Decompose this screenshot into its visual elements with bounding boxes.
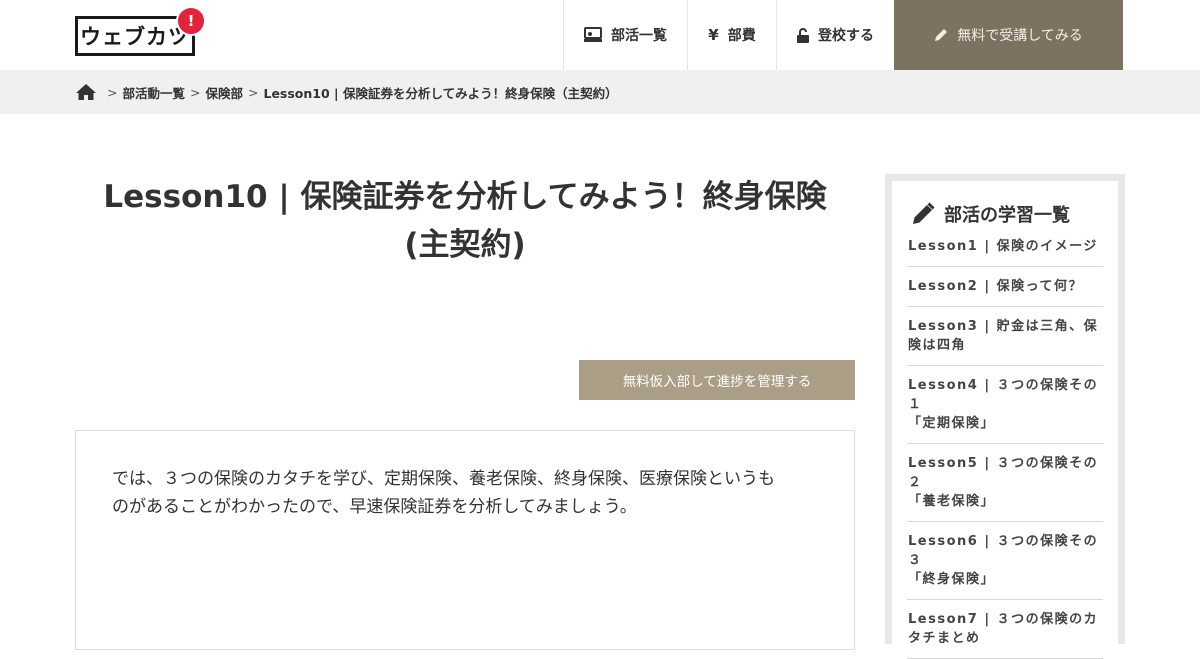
sidebar: 部活の学習一覧 Lesson1 | 保険のイメージ Lesson2 | 保険って…	[885, 174, 1125, 659]
lesson-body-line1: では、３つの保険のカタチを学び、定期保険、養老保険、終身保険、医療保険というも	[112, 469, 775, 489]
logo-fire-badge-icon: !	[176, 6, 206, 36]
lesson-link-1[interactable]: Lesson1 | 保険のイメージ	[907, 231, 1103, 267]
pencil-icon	[934, 28, 948, 42]
sidebar-title: 部活の学習一覧	[911, 201, 1070, 227]
home-icon[interactable]	[75, 83, 97, 101]
page-title: Lesson10 | 保険証券を分析してみよう！終身保険 (主契約)	[75, 173, 855, 269]
laptop-person-icon	[584, 27, 602, 43]
breadcrumb-separator: >	[107, 84, 118, 100]
breadcrumb-item-insurance-club[interactable]: 保険部	[205, 83, 243, 102]
free-trial-label: 無料で受講してみる	[957, 28, 1083, 44]
page-title-line1: Lesson10 | 保険証券を分析してみよう！終身保険	[103, 179, 827, 215]
free-trial-button[interactable]: 無料で受講してみる	[894, 0, 1123, 70]
nav-login[interactable]: 登校する	[776, 0, 894, 70]
lesson-link-4[interactable]: Lesson4 | ３つの保険その１ 「定期保険」	[907, 366, 1103, 444]
yen-icon: ¥	[708, 26, 719, 44]
breadcrumb-bar: > 部活動一覧 > 保険部 > Lesson10 | 保険証券を分析してみよう！…	[0, 70, 1200, 114]
nav-fees[interactable]: ¥ 部費	[687, 0, 776, 70]
site-header: ウェブカツ ! 部活一覧 ¥ 部費 登校する 無料で受講してみる	[0, 0, 1200, 70]
lesson-body-line2: のがあることがわかったので、早速保険証券を分析してみましょう。	[112, 497, 637, 517]
lesson-content: では、３つの保険のカタチを学び、定期保険、養老保険、終身保険、医療保険というも …	[75, 430, 855, 650]
unlock-icon	[797, 27, 809, 43]
breadcrumb-separator: >	[190, 84, 201, 100]
nav-club-list[interactable]: 部活一覧	[563, 0, 687, 70]
breadcrumb-item-club-list[interactable]: 部活動一覧	[122, 83, 185, 102]
breadcrumb: > 部活動一覧 > 保険部 > Lesson10 | 保険証券を分析してみよう！…	[75, 70, 618, 114]
pencil-icon	[911, 202, 935, 226]
main-nav: 部活一覧 ¥ 部費 登校する 無料で受講してみる	[563, 0, 1123, 70]
page-title-line2: (主契約)	[404, 227, 526, 263]
lesson-link-5[interactable]: Lesson5 | ３つの保険その２ 「養老保険」	[907, 444, 1103, 522]
nav-club-list-label: 部活一覧	[611, 28, 667, 44]
nav-fees-label: 部費	[727, 28, 756, 44]
nav-login-label: 登校する	[818, 28, 874, 44]
site-logo[interactable]: ウェブカツ !	[75, 6, 210, 58]
breadcrumb-item-current: Lesson10 | 保険証券を分析してみよう！終身保険（主契約）	[263, 85, 618, 101]
lesson-list: Lesson1 | 保険のイメージ Lesson2 | 保険って何？ Lesso…	[907, 231, 1103, 659]
breadcrumb-separator: >	[248, 84, 259, 100]
lesson-link-2[interactable]: Lesson2 | 保険って何？	[907, 267, 1103, 307]
lesson-link-6[interactable]: Lesson6 | ３つの保険その３ 「終身保険」	[907, 522, 1103, 600]
lesson-link-3[interactable]: Lesson3 | 貯金は三角、保険は四角	[907, 307, 1103, 366]
manage-progress-button[interactable]: 無料仮入部して進捗を管理する	[579, 360, 855, 400]
lesson-body-text: では、３つの保険のカタチを学び、定期保険、養老保険、終身保険、医療保険というも …	[112, 465, 824, 521]
sidebar-title-text: 部活の学習一覧	[944, 205, 1070, 226]
sidebar-panel: 部活の学習一覧 Lesson1 | 保険のイメージ Lesson2 | 保険って…	[892, 181, 1118, 659]
